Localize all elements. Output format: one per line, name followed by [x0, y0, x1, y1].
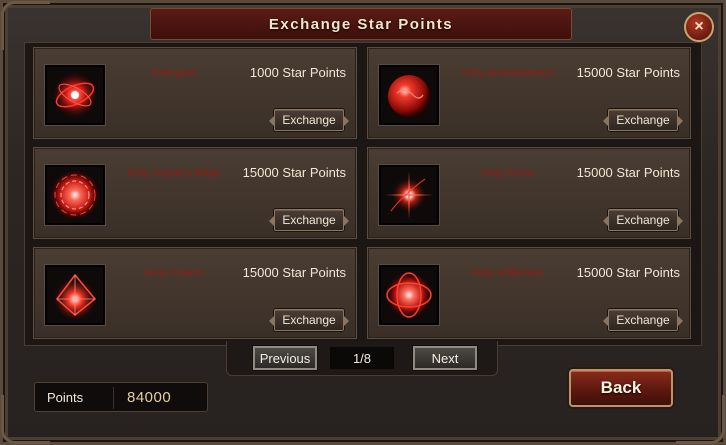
item-cost: 15000 Star Points: [576, 265, 680, 280]
points-value: 84000: [127, 389, 172, 406]
item-name: Holy Enshieldment: [462, 67, 554, 79]
spark-burst-icon: [378, 164, 440, 226]
exchange-button[interactable]: Exchange: [603, 109, 683, 131]
item-cost: 15000 Star Points: [242, 265, 346, 280]
next-page-button[interactable]: Next: [413, 346, 477, 370]
item-name: Holy Charm: [144, 267, 204, 279]
vortex-orb-icon: [44, 164, 106, 226]
exchange-button[interactable]: Exchange: [269, 309, 349, 331]
item-cost: 15000 Star Points: [242, 165, 346, 180]
exchange-item-card: Energine 1000 Star Points Exchange: [33, 47, 357, 139]
close-icon: ×: [694, 18, 704, 35]
points-label: Points: [47, 390, 84, 405]
exchange-item-card: Holy Sniper's Edge 15000 Star Points Exc…: [33, 147, 357, 239]
swirl-orb-icon: [44, 64, 106, 126]
item-name: Holy Force: [481, 167, 535, 179]
red-crystal-icon: [44, 264, 106, 326]
exchange-item-card: Holy Charm 15000 Star Points Exchange: [33, 247, 357, 339]
item-name: Energine: [151, 67, 197, 79]
page-indicator: 1/8: [330, 347, 394, 369]
item-name: Holy Sniper's Edge: [127, 167, 221, 179]
frame-corner-ornament: [676, 395, 725, 444]
back-button[interactable]: Back: [569, 369, 673, 407]
divider: [113, 387, 114, 409]
item-cost: 15000 Star Points: [576, 165, 680, 180]
exchange-item-card: Holy Force 15000 Star Points Exchange: [367, 147, 691, 239]
item-grid: Energine 1000 Star Points Exchange Holy …: [24, 42, 702, 346]
points-display: Points 84000: [34, 382, 208, 412]
exchange-button[interactable]: Exchange: [269, 109, 349, 131]
item-name: Holy Willpower: [471, 267, 545, 279]
window-title: Exchange Star Points: [268, 15, 454, 33]
previous-page-button[interactable]: Previous: [253, 346, 317, 370]
exchange-item-card: Holy Enshieldment 15000 Star Points Exch…: [367, 47, 691, 139]
item-cost: 1000 Star Points: [249, 65, 346, 80]
close-button[interactable]: ×: [684, 12, 714, 42]
ring-orb-icon: [378, 264, 440, 326]
exchange-button[interactable]: Exchange: [603, 209, 683, 231]
exchange-item-card: Holy Willpower 15000 Star Points Exchang…: [367, 247, 691, 339]
exchange-button[interactable]: Exchange: [269, 209, 349, 231]
exchange-button[interactable]: Exchange: [603, 309, 683, 331]
red-sphere-icon: [378, 64, 440, 126]
title-bar: Exchange Star Points: [150, 8, 572, 40]
item-cost: 15000 Star Points: [576, 65, 680, 80]
